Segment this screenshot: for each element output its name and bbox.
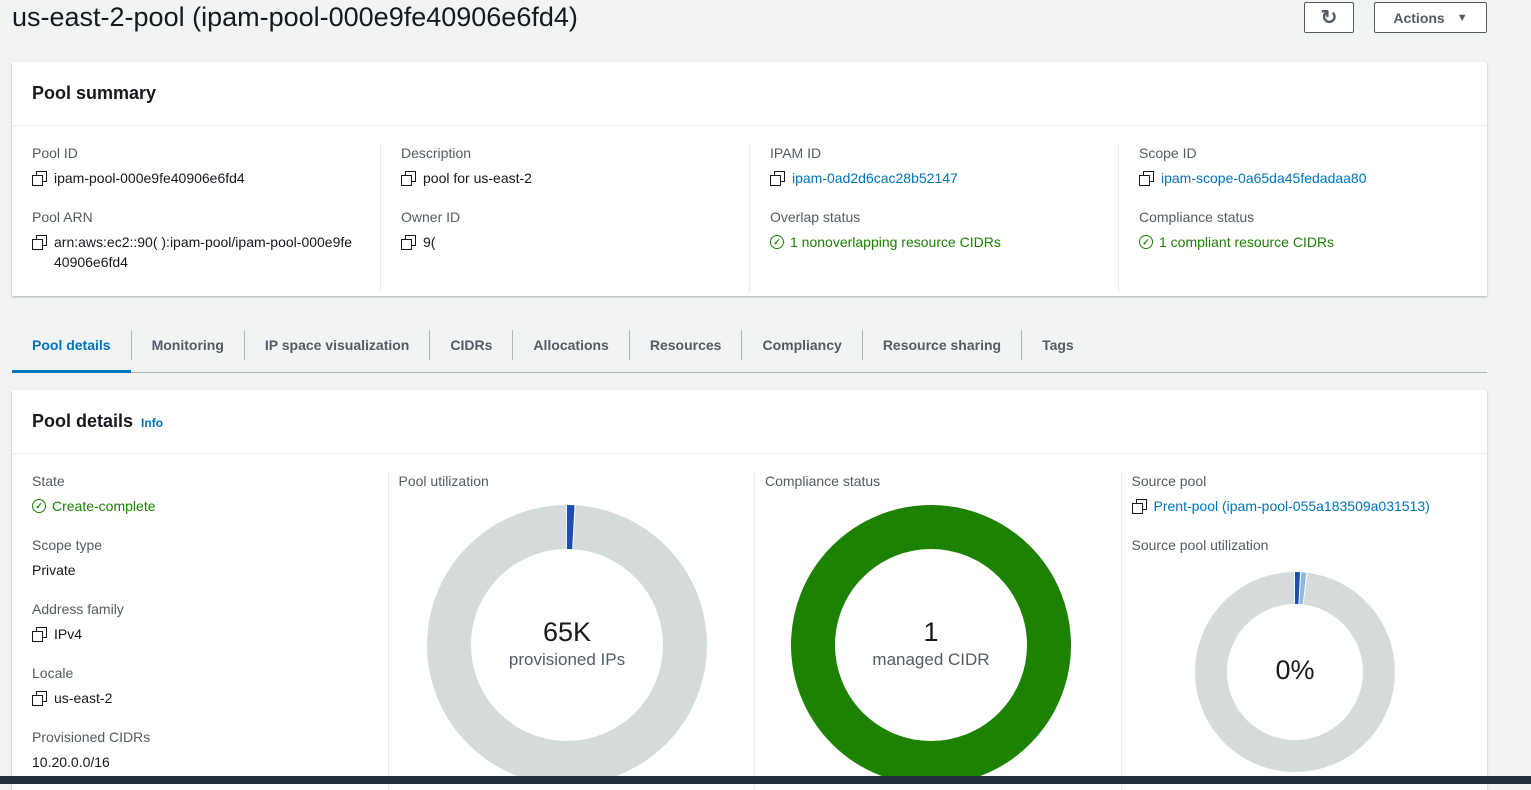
utilization-caption: provisioned IPs [508,650,626,669]
compliance-caption: managed CIDR [872,650,990,669]
source-utilization-value: 0% [1275,655,1315,685]
footer-bar [0,776,1531,784]
utilization-value: 65K [542,617,592,647]
compliance-value: 1 [923,617,939,647]
